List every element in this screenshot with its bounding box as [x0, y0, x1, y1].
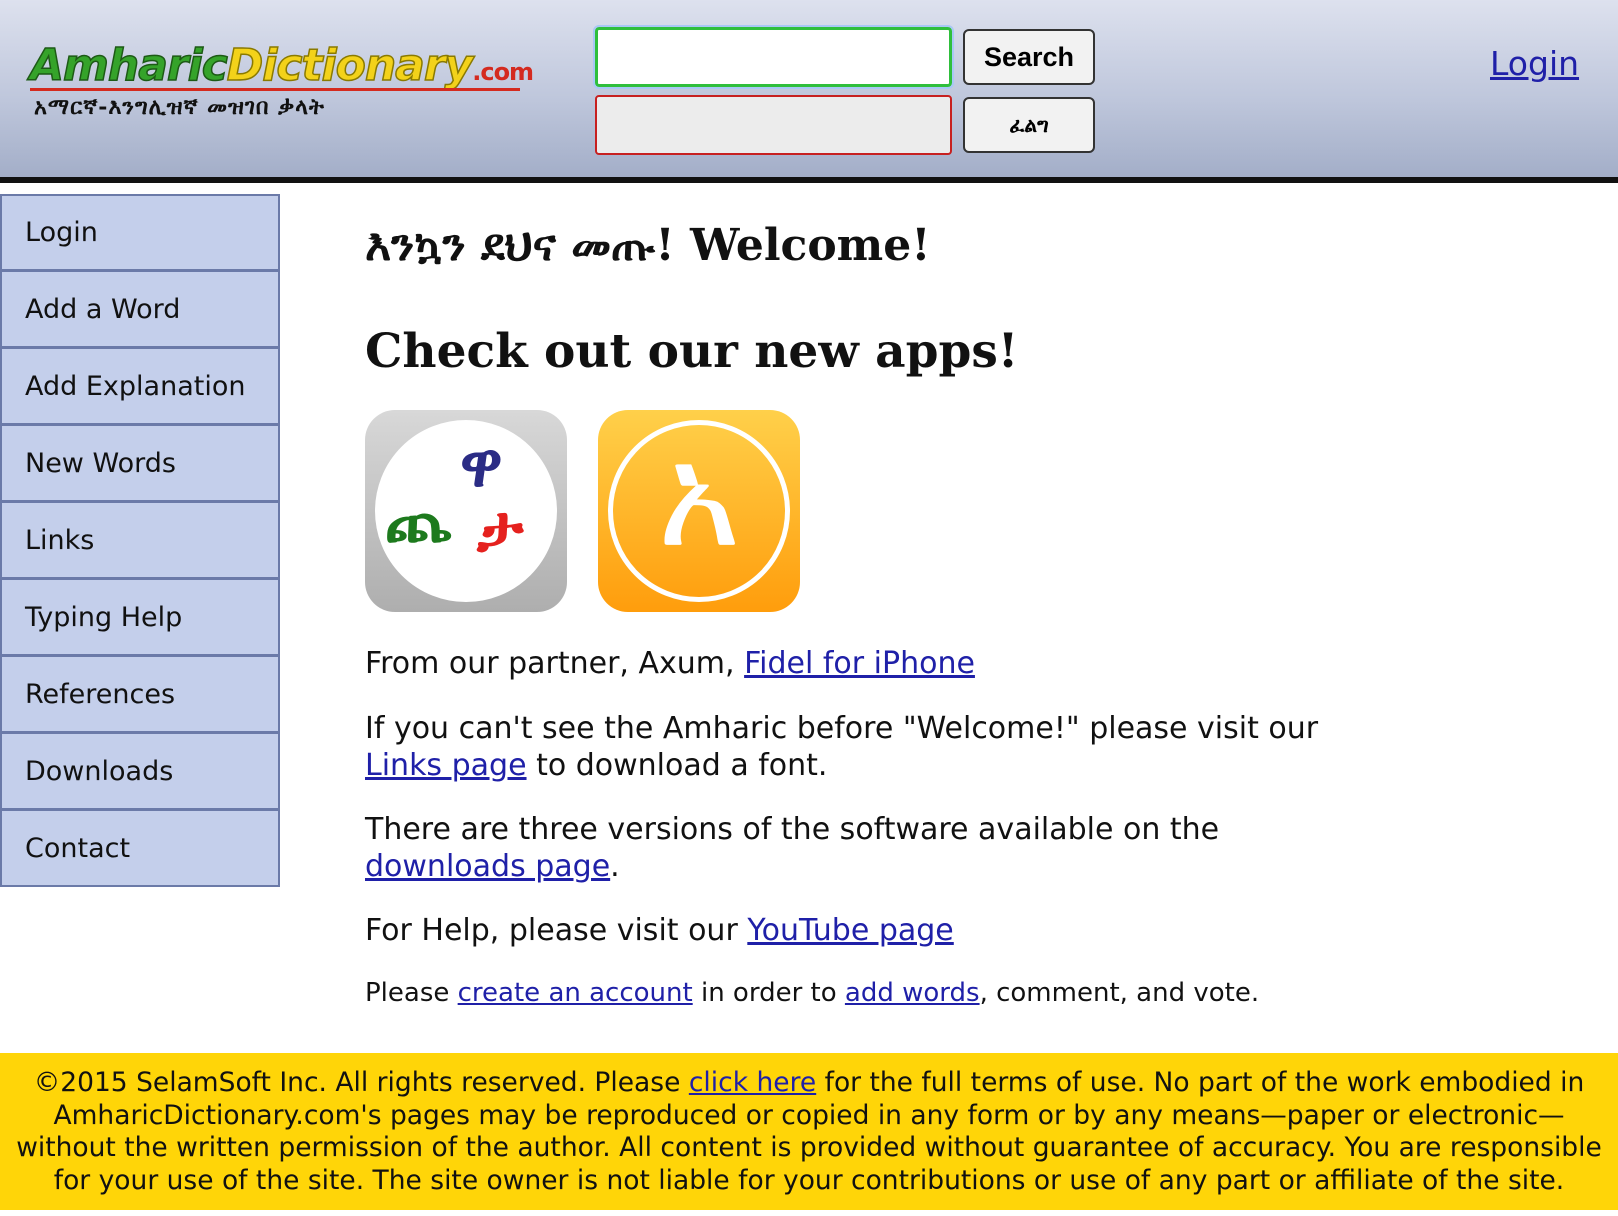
account-text-middle: in order to [692, 978, 845, 1008]
app-glyph-green: ጨ [385, 484, 452, 557]
fidel-app-icon[interactable]: ጨ ዋ ታ [365, 410, 567, 612]
sidebar-item-downloads[interactable]: Downloads [0, 733, 280, 810]
sidebar-item-typing-help[interactable]: Typing Help [0, 579, 280, 656]
terms-link[interactable]: click here [689, 1067, 816, 1098]
partner-text: From our partner, Axum, [365, 646, 745, 681]
sidebar-item-contact[interactable]: Contact [0, 810, 280, 887]
help-paragraph: For Help, please visit our YouTube page [365, 912, 954, 949]
site-header: AmharicDictionary.com አማርኛ-እንግሊዝኛ መዝገበ ቃ… [0, 0, 1618, 183]
sidebar-item-login[interactable]: Login [0, 194, 280, 271]
logo-suffix: .com [472, 58, 534, 86]
apps-heading: Check out our new apps! [365, 324, 1019, 379]
fidel-iphone-link[interactable]: Fidel for iPhone [744, 646, 975, 681]
versions-end: . [610, 849, 620, 884]
app-glyph-red: ታ [477, 492, 524, 565]
sidebar-item-references[interactable]: References [0, 656, 280, 733]
font-text-end: to download a font. [526, 748, 828, 783]
add-words-link[interactable]: add words [845, 978, 980, 1008]
welcome-heading: እንኳን ደህና መጡ! Welcome! [365, 220, 931, 271]
sidebar-item-links[interactable]: Links [0, 502, 280, 579]
font-text: If you can't see the Amharic before "Wel… [365, 711, 1319, 746]
header-login-link[interactable]: Login [1490, 44, 1579, 83]
logo-subtitle: አማርኛ-እንግሊዝኛ መዝገበ ቃላት [34, 94, 325, 120]
site-footer: ©2015 SelamSoft Inc. All rights reserved… [0, 1053, 1618, 1210]
amharic-app-icon[interactable]: አ [598, 410, 800, 612]
help-text: For Help, please visit our [365, 913, 748, 948]
versions-paragraph: There are three versions of the software… [365, 811, 1365, 885]
footer-text: ©2015 SelamSoft Inc. All rights reserved… [33, 1067, 689, 1098]
versions-text: There are three versions of the software… [365, 812, 1220, 847]
downloads-page-link[interactable]: downloads page [365, 849, 610, 884]
sidebar-item-add-explanation[interactable]: Add Explanation [0, 348, 280, 425]
search-input[interactable] [593, 25, 954, 89]
sidebar-item-new-words[interactable]: New Words [0, 425, 280, 502]
app-glyph-blue: ዋ [460, 428, 503, 501]
youtube-page-link[interactable]: YouTube page [747, 913, 953, 948]
app-glyph-white: አ [657, 414, 741, 579]
links-page-link[interactable]: Links page [365, 748, 527, 783]
account-text-end: , comment, and vote. [979, 978, 1260, 1008]
create-account-link[interactable]: create an account [458, 978, 693, 1008]
search-button[interactable]: Search [963, 29, 1095, 85]
partner-paragraph: From our partner, Axum, Fidel for iPhone [365, 645, 975, 682]
sidebar-item-add-word[interactable]: Add a Word [0, 271, 280, 348]
account-text: Please [365, 978, 458, 1008]
sidebar-nav: Login Add a Word Add Explanation New Wor… [0, 194, 280, 887]
logo-part-dictionary: Dictionary [226, 40, 474, 91]
site-logo[interactable]: AmharicDictionary.com አማርኛ-እንግሊዝኛ መዝገበ ቃ… [29, 40, 550, 132]
amharic-search-input[interactable] [595, 95, 952, 155]
logo-part-amharic: Amharic [29, 40, 228, 91]
account-paragraph: Please create an account in order to add… [365, 977, 1259, 1009]
logo-underline [30, 88, 520, 91]
font-paragraph: If you can't see the Amharic before "Wel… [365, 710, 1365, 784]
amharic-search-button[interactable]: ፈልግ [963, 97, 1095, 153]
